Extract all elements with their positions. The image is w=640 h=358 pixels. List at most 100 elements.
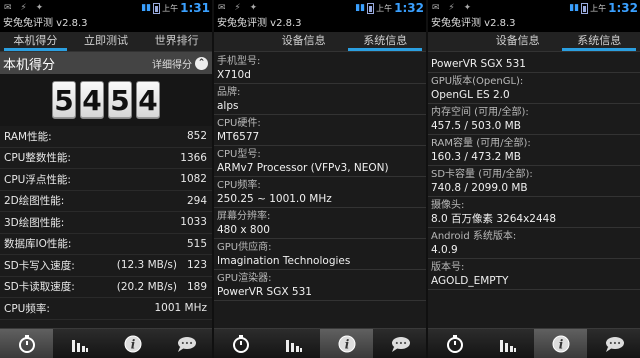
svg-text:•••: ••• [180, 339, 192, 347]
detail-score-label: 详细得分 [152, 59, 192, 71]
info-value: X710d [217, 69, 251, 81]
status-time: 1:32 [394, 1, 424, 15]
nav-info[interactable]: i [106, 329, 159, 358]
nav-info[interactable]: i [320, 329, 373, 358]
info-value: alps [217, 100, 239, 112]
app-title: 安兔兔评测 v2.8.3 [0, 16, 212, 32]
info-value: Imagination Technologies [217, 255, 351, 267]
info-row: GPU渲染器: PowerVR SGX 531 [214, 270, 426, 301]
info-row: SD卡容量 (可用/全部): 740.8 / 2099.0 MB [428, 166, 640, 197]
info-list: 手机型号: X710d 品牌: alps CPU硬件: MT6577 CPU型号: AR… [214, 52, 426, 301]
nav-feedback[interactable]: ••• [373, 329, 426, 358]
metric-value: 1366 [180, 151, 207, 164]
svg-text:•••: ••• [394, 339, 406, 347]
info-label: CPU型号: [217, 149, 261, 160]
info-row: 版本号: AGOLD_EMPTY [428, 259, 640, 290]
info-value: 8.0 百万像素 3264x2448 [431, 213, 557, 225]
metric-label: SD卡写入速度: [4, 259, 75, 272]
info-label: GPU渲染器: [217, 273, 272, 284]
tab-test-now[interactable]: 立即测试 [71, 32, 142, 51]
tab-my-score[interactable]: 本机得分 [0, 32, 71, 51]
stopwatch-icon [446, 334, 463, 353]
info-value: OpenGL ES 2.0 [431, 89, 510, 101]
tab-system-info[interactable]: 系统信息 [344, 32, 426, 51]
metric-value: 1033 [180, 216, 207, 229]
metric-label: CPU浮点性能: [4, 173, 71, 186]
chevron-up-icon[interactable]: ⌃ [195, 56, 208, 70]
info-value: 457.5 / 503.0 MB [431, 120, 521, 132]
stopwatch-icon [232, 334, 249, 353]
nav-ranking[interactable] [267, 329, 320, 358]
svg-text:•••: ••• [608, 339, 620, 347]
nav-benchmark[interactable] [428, 329, 481, 358]
signal-icon: ▮▮ [355, 3, 366, 13]
score-digit: 5 [52, 81, 76, 119]
notification-icons: ✉ ⚡ ✦ [218, 3, 261, 13]
info-row: RAM容量 (可用/全部): 160.3 / 473.2 MB [428, 135, 640, 166]
info-value: AGOLD_EMPTY [431, 275, 509, 287]
tab-device-info[interactable]: 设备信息 [263, 32, 345, 51]
nav-benchmark[interactable] [214, 329, 267, 358]
tab-world-ranking[interactable]: 世界排行 [141, 32, 212, 51]
info-row: 内存空间 (可用/全部): 457.5 / 503.0 MB [428, 104, 640, 135]
bottom-nav: i ••• [428, 328, 640, 358]
metric-row: 数据库IO性能: 515 [0, 234, 212, 255]
nav-info[interactable]: i [534, 329, 587, 358]
bottom-nav: i ••• [214, 328, 426, 358]
battery-icon [153, 2, 161, 14]
nav-ranking[interactable] [481, 329, 534, 358]
signal-icon: ▮▮ [569, 3, 580, 13]
score-digit: 5 [108, 81, 132, 119]
screen-system-info: ✉ ⚡ ✦ ▮▮ 上午 1:32 安兔兔评测 v2.8.3 设备信息 系统信息 … [428, 0, 640, 358]
app-title: 安兔兔评测 v2.8.3 [428, 16, 640, 32]
info-value: 740.8 / 2099.0 MB [431, 182, 528, 194]
info-row: CPU频率: 250.25 ~ 1001.0 MHz [214, 177, 426, 208]
metric-row: CPU频率: 1001 MHz [0, 298, 212, 320]
tab-device-info[interactable]: 设备信息 [477, 32, 559, 51]
metric-row: SD卡写入速度: (12.3 MB/s) 123 [0, 255, 212, 277]
screen-device-info: ✉ ⚡ ✦ ▮▮ 上午 1:32 安兔兔评测 v2.8.3 设备信息 系统信息 … [214, 0, 426, 358]
nav-benchmark[interactable] [0, 329, 53, 358]
total-score: 5 4 5 4 [0, 74, 212, 126]
info-label: GPU供应商: [217, 242, 272, 253]
bar-chart-icon [285, 339, 302, 352]
nav-ranking[interactable] [53, 329, 106, 358]
stopwatch-icon [18, 334, 35, 353]
info-row: 屏幕分辨率: 480 x 800 [214, 208, 426, 239]
metric-row: 3D绘图性能: 1033 [0, 212, 212, 234]
score-header: 本机得分 详细得分 ⌃ [0, 52, 212, 74]
info-value: PowerVR SGX 531 [431, 58, 526, 70]
metric-row: CPU整数性能: 1366 [0, 148, 212, 169]
info-row: 摄像头: 8.0 百万像素 3264x2448 [428, 197, 640, 228]
tab-bar: 本机得分 立即测试 世界排行 [0, 32, 212, 52]
tab-system-info[interactable]: 系统信息 [558, 32, 640, 51]
metric-value: 1082 [180, 173, 207, 186]
chat-bubble-icon: ••• [605, 336, 624, 352]
detail-score-toggle[interactable]: 详细得分 ⌃ [152, 56, 208, 71]
bar-chart-icon [71, 339, 88, 352]
metric-value: 189 [186, 280, 207, 293]
info-row: CPU型号: ARMv7 Processor (VFPv3, NEON) [214, 146, 426, 177]
status-ampm: 上午 [162, 3, 179, 13]
nav-feedback[interactable]: ••• [159, 329, 212, 358]
metric-value: 123 [186, 259, 207, 272]
info-label: 版本号: [431, 262, 465, 273]
metric-label: CPU频率: [4, 302, 50, 315]
info-icon: i [338, 335, 355, 352]
status-bar: ✉ ⚡ ✦ ▮▮ 上午 1:31 [0, 0, 212, 16]
status-time: 1:31 [180, 1, 210, 15]
info-value: 4.0.9 [431, 244, 458, 256]
notification-icons: ✉ ⚡ ✦ [432, 3, 475, 13]
metric-row: SD卡读取速度: (20.2 MB/s) 189 [0, 277, 212, 298]
bar-chart-icon [499, 339, 516, 352]
metric-value: 1001 MHz [154, 302, 207, 315]
info-value: 250.25 ~ 1001.0 MHz [217, 193, 332, 205]
info-value: MT6577 [217, 131, 260, 143]
info-value: 160.3 / 473.2 MB [431, 151, 521, 163]
metric-extra: (20.2 MB/s) [116, 280, 177, 293]
info-row: PowerVR SGX 531 [428, 53, 640, 73]
nav-feedback[interactable]: ••• [587, 329, 640, 358]
signal-icon: ▮▮ [141, 3, 152, 13]
chat-bubble-icon: ••• [177, 336, 196, 352]
svg-text:i: i [130, 337, 135, 351]
